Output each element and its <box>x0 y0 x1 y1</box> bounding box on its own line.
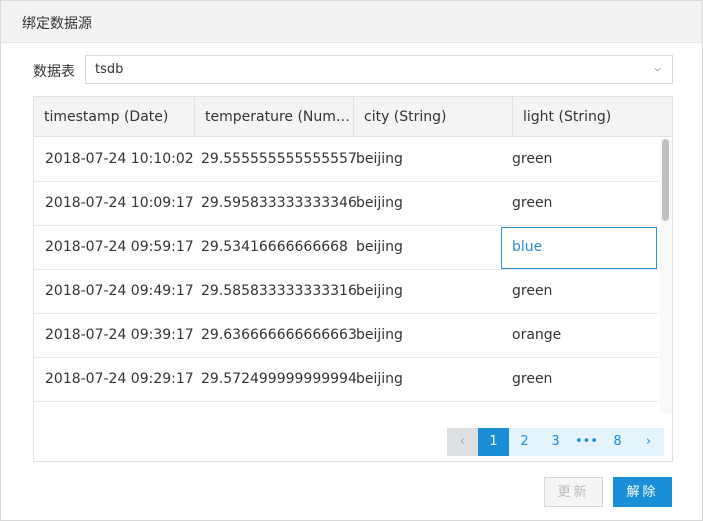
cell-city[interactable]: beijing <box>356 358 403 401</box>
table-scrollbar[interactable] <box>660 138 672 413</box>
cell-timestamp[interactable]: 2018-07-24 09:49:17 <box>45 270 194 313</box>
unbind-button[interactable]: 解除 <box>613 477 672 507</box>
cell-light[interactable]: green <box>512 138 552 181</box>
cell-temperature[interactable]: 29.53416666666668 <box>201 226 348 269</box>
table-row[interactable]: 2018-07-24 09:49:17 29.585833333333316 b… <box>34 270 658 314</box>
cell-temperature[interactable]: 29.585833333333316 <box>201 270 357 313</box>
cell-light[interactable]: green <box>512 358 552 401</box>
table-body: 2018-07-24 10:10:02 29.555555555555557 b… <box>34 138 658 408</box>
cell-timestamp[interactable]: 2018-07-24 09:59:17 <box>45 226 194 269</box>
dialog-header: 绑定数据源 <box>1 1 702 43</box>
column-header-temperature[interactable]: temperature (Num… <box>194 97 352 137</box>
cell-city[interactable]: beijing <box>356 226 403 269</box>
datasource-select-value: tsdb <box>95 62 124 77</box>
cell-city[interactable]: beijing <box>356 138 403 181</box>
cell-timestamp[interactable]: 2018-07-24 09:29:17 <box>45 358 194 401</box>
chevron-down-icon <box>654 67 661 72</box>
chevron-right-icon: › <box>645 434 652 449</box>
table-row[interactable]: 2018-07-24 09:29:17 29.572499999999994 b… <box>34 358 658 402</box>
page-button-1[interactable]: 1 <box>478 428 509 456</box>
cell-light-selected[interactable]: blue <box>512 226 542 269</box>
table-row[interactable]: 2018-07-24 10:09:17 29.595833333333346 b… <box>34 182 658 226</box>
cell-light[interactable]: green <box>512 270 552 313</box>
table-header: timestamp (Date) temperature (Num… city … <box>34 97 672 137</box>
column-header-light[interactable]: light (String) <box>512 97 672 137</box>
pagination-prev-button[interactable]: ‹ <box>447 428 478 456</box>
page-ellipsis[interactable]: ••• <box>571 428 602 456</box>
column-header-timestamp[interactable]: timestamp (Date) <box>34 97 193 137</box>
cell-timestamp[interactable]: 2018-07-24 10:09:17 <box>45 182 194 225</box>
cell-temperature[interactable]: 29.595833333333346 <box>201 182 357 225</box>
column-header-city[interactable]: city (String) <box>353 97 512 137</box>
cell-temperature[interactable]: 29.555555555555557 <box>201 138 357 181</box>
cell-city[interactable]: beijing <box>356 182 403 225</box>
data-table: timestamp (Date) temperature (Num… city … <box>33 96 673 462</box>
page-button-3[interactable]: 3 <box>540 428 571 456</box>
datasource-label: 数据表 <box>33 64 75 80</box>
table-row[interactable]: 2018-07-24 09:59:17 29.53416666666668 be… <box>34 226 658 270</box>
cell-timestamp[interactable]: 2018-07-24 09:39:17 <box>45 314 194 357</box>
cell-timestamp[interactable]: 2018-07-24 10:10:02 <box>45 138 194 181</box>
datasource-select[interactable]: tsdb <box>85 55 673 84</box>
chevron-left-icon: ‹ <box>459 434 466 449</box>
bind-datasource-dialog: 绑定数据源 数据表 tsdb timestamp (Date) temperat… <box>0 0 703 521</box>
table-row[interactable]: 2018-07-24 09:39:17 29.636666666666663 b… <box>34 314 658 358</box>
cell-light[interactable]: green <box>512 182 552 225</box>
pagination-next-button[interactable]: › <box>633 428 664 456</box>
dialog-title: 绑定数据源 <box>22 16 92 32</box>
cell-temperature[interactable]: 29.572499999999994 <box>201 358 357 401</box>
update-button[interactable]: 更新 <box>544 477 603 507</box>
cell-light[interactable]: orange <box>512 314 561 357</box>
cell-city[interactable]: beijing <box>356 270 403 313</box>
scrollbar-thumb[interactable] <box>662 139 669 221</box>
page-button-last[interactable]: 8 <box>602 428 633 456</box>
page-button-2[interactable]: 2 <box>509 428 540 456</box>
table-row[interactable]: 2018-07-24 10:10:02 29.555555555555557 b… <box>34 138 658 182</box>
cell-temperature[interactable]: 29.636666666666663 <box>201 314 357 357</box>
cell-city[interactable]: beijing <box>356 314 403 357</box>
